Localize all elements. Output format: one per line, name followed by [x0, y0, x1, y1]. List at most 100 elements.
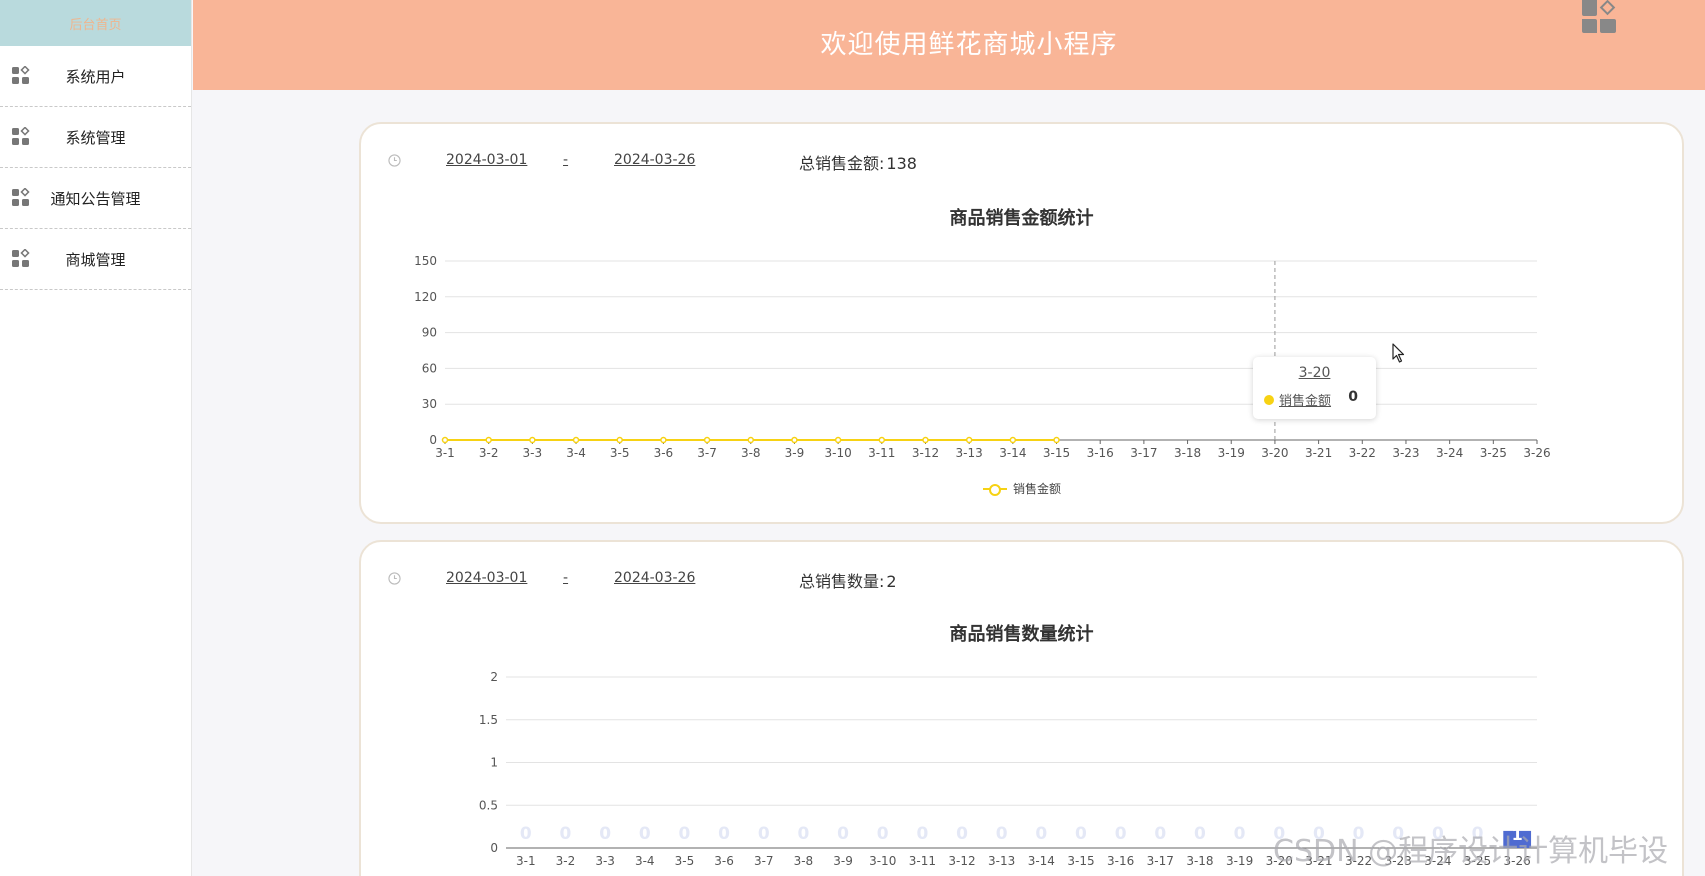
x-tick-label: 3-10 [825, 446, 852, 460]
sidebar-item-system-users[interactable]: 系统用户 [0, 46, 191, 107]
grid-menu-icon [12, 188, 30, 206]
x-tick-label: 3-13 [988, 854, 1015, 868]
y-tick-label: 0 [490, 841, 498, 855]
grid-menu-icon [12, 66, 30, 84]
data-point [660, 436, 667, 444]
bar-data-label: 0 [599, 824, 611, 844]
x-tick-label: 3-2 [479, 446, 499, 460]
x-tick-label: 3-4 [566, 446, 586, 460]
x-tick-label: 3-9 [833, 854, 853, 868]
data-point [441, 436, 449, 444]
x-tick-label: 3-6 [654, 446, 674, 460]
y-tick-label: 120 [414, 290, 437, 304]
x-tick-label: 3-20 [1261, 446, 1288, 460]
x-tick-label: 3-18 [1186, 854, 1213, 868]
x-tick-label: 3-9 [785, 446, 805, 460]
x-tick-label: 3-10 [869, 854, 896, 868]
x-tick-label: 3-24 [1436, 446, 1463, 460]
sidebar-home-link[interactable]: 后台首页 [0, 0, 191, 46]
x-tick-label: 3-8 [794, 854, 814, 868]
bar-data-label: 0 [1075, 824, 1087, 844]
grid-menu-icon [12, 249, 30, 267]
chart-legend[interactable]: 销售金额 [983, 480, 1061, 497]
data-point [1053, 436, 1060, 444]
data-point [791, 436, 798, 444]
x-tick-label: 3-23 [1392, 446, 1419, 460]
sales-amount-line-chart: 0 30 60 90 120 150 3-1 3-2 3-3 3-4 3-5 3-6 3-7 3-8 3-9… [414, 254, 1551, 460]
bar-data-label: 0 [560, 824, 572, 844]
bar-data-label: 0 [877, 824, 889, 844]
x-tick-label: 3-1 [516, 854, 536, 868]
bar-data-label: 0 [956, 824, 968, 844]
x-tick-label: 3-14 [1028, 854, 1055, 868]
x-tick-label: 3-19 [1226, 854, 1253, 868]
bar-data-label: 0 [679, 824, 691, 844]
x-tick-label: 3-3 [523, 446, 543, 460]
bar-data-label: 0 [758, 824, 770, 844]
data-point [1009, 436, 1017, 444]
x-tick-label: 3-2 [556, 854, 576, 868]
data-point [878, 436, 886, 444]
x-tick-label: 3-7 [754, 854, 774, 868]
data-point [616, 436, 623, 444]
chart-tooltip: 3-20 销售金额 0 [1253, 357, 1376, 419]
legend-label: 销售金额 [1013, 482, 1062, 496]
legend-line-marker [983, 483, 1007, 496]
x-tick-label: 3-11 [868, 446, 895, 460]
bar-data-label: 0 [1115, 824, 1127, 844]
sidebar-item-notice-management[interactable]: 通知公告管理 [0, 168, 191, 229]
tooltip-value: 0 [1348, 389, 1358, 405]
x-tick-label: 3-25 [1480, 446, 1507, 460]
x-tick-label: 3-13 [956, 446, 983, 460]
y-tick-label: 30 [422, 397, 437, 411]
x-tick-label: 3-16 [1087, 446, 1114, 460]
x-tick-label: 3-17 [1130, 446, 1157, 460]
bar-data-label: 0 [837, 824, 849, 844]
x-tick-label: 3-1 [435, 446, 455, 460]
x-tick-label: 3-6 [714, 854, 734, 868]
x-tick-label: 3-19 [1218, 446, 1245, 460]
tooltip-series-name: 销售金额 [1279, 394, 1332, 409]
data-point [834, 436, 842, 444]
data-point [747, 436, 755, 444]
sidebar-item-mall-management[interactable]: 商城管理 [0, 229, 191, 290]
bar-data-label: 0 [1194, 824, 1206, 844]
bar-data-label: 0 [639, 824, 651, 844]
tooltip-category: 3-20 [1298, 365, 1331, 381]
y-tick-label: 1.5 [479, 713, 498, 727]
watermark: CSDN @程序设计计算机毕设 [1273, 834, 1669, 869]
x-tick-label: 3-18 [1174, 446, 1201, 460]
data-point [572, 436, 580, 444]
sidebar: 后台首页 系统用户 系统管理 通知公告管理 商城管理 [0, 0, 192, 876]
bar-data-label: 0 [996, 824, 1008, 844]
x-tick-label: 3-5 [610, 446, 630, 460]
bar-data-label: 0 [797, 824, 809, 844]
tooltip-series-dot [1264, 395, 1274, 405]
sales-amount-card: 2024-03-01 - 2024-03-26 总销售金额: 138 商品销售金额… [359, 122, 1684, 524]
page-title: 欢迎使用鲜花商城小程序 [820, 30, 1118, 60]
sidebar-item-system-management[interactable]: 系统管理 [0, 107, 191, 168]
x-tick-label: 3-4 [635, 854, 655, 868]
x-tick-label: 3-11 [909, 854, 936, 868]
x-tick-label: 3-5 [675, 854, 695, 868]
user-menu-icon[interactable] [1581, 0, 1617, 34]
y-tick-label: 90 [422, 326, 437, 340]
bar-data-label: 0 [916, 824, 928, 844]
header-bar: 欢迎使用鲜花商城小程序 [193, 0, 1705, 90]
sidebar-home-label: 后台首页 [69, 17, 122, 33]
bar-data-label: 0 [1035, 824, 1047, 844]
bar-data-label: 0 [1234, 824, 1246, 844]
x-tick-label: 3-12 [912, 446, 939, 460]
x-tick-label: 3-12 [948, 854, 975, 868]
data-point [485, 436, 492, 444]
x-tick-label: 3-17 [1147, 854, 1174, 868]
x-tick-label: 3-21 [1305, 446, 1332, 460]
y-tick-label: 0 [429, 433, 437, 447]
x-tick-label: 3-15 [1043, 446, 1070, 460]
x-tick-label: 3-14 [999, 446, 1026, 460]
y-tick-label: 1 [490, 756, 498, 770]
data-point [922, 436, 929, 444]
y-tick-label: 150 [414, 254, 437, 268]
x-tick-label: 3-15 [1067, 854, 1094, 868]
x-tick-label: 3-8 [741, 446, 761, 460]
